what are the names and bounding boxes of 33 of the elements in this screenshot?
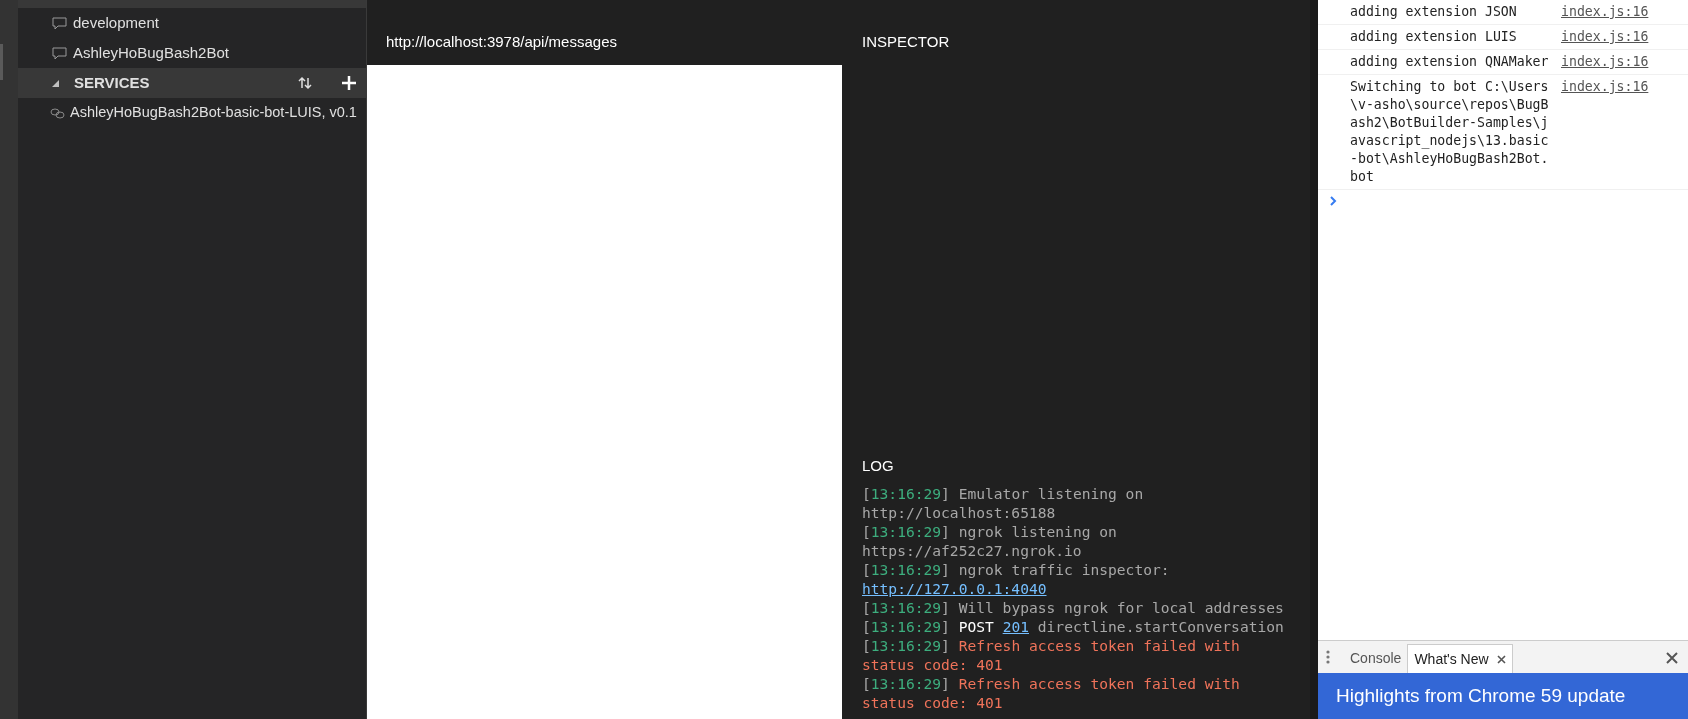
source-link[interactable]: index.js:16	[1561, 28, 1649, 46]
source-link[interactable]: index.js:16	[1561, 78, 1649, 96]
endpoint-url: http://localhost:3978/api/messages	[386, 31, 617, 52]
bot-item[interactable]: AshleyHoBugBash2Bot	[18, 38, 366, 68]
bot-item[interactable]: development	[18, 8, 366, 38]
chat-icon	[52, 46, 67, 60]
source-link[interactable]: index.js:16	[1561, 3, 1649, 21]
log-entry: [13:16:29] Refresh access token failed with status code: 401	[862, 635, 1241, 674]
source-link[interactable]: index.js:16	[1561, 53, 1649, 71]
banner-text: Highlights from Chrome 59 update	[1336, 683, 1626, 708]
log-title: LOG	[862, 456, 895, 476]
console-message: adding extension JSON	[1350, 3, 1518, 21]
link-icon	[50, 107, 65, 119]
more-icon[interactable]	[1326, 650, 1330, 664]
drawer-tab[interactable]: Console	[1344, 644, 1408, 673]
close-icon[interactable]	[1666, 652, 1678, 664]
close-icon[interactable]	[1496, 654, 1506, 664]
console-message: adding extension LUIS	[1350, 28, 1518, 46]
prompt-icon	[1330, 196, 1337, 206]
chat-icon	[52, 16, 67, 30]
sort-icon[interactable]	[298, 76, 312, 90]
inspector-title: INSPECTOR	[862, 31, 950, 52]
log-entry: [13:16:29] Will bypass ngrok for local addresses	[862, 597, 1285, 617]
log-entry: [13:16:29] POST 201 directline.startConversation	[862, 616, 1285, 636]
drawer-tab[interactable]: What's New	[1407, 644, 1513, 673]
add-icon[interactable]	[342, 76, 356, 90]
log-entry: [13:16:29] Refresh access token failed with status code: 401	[862, 673, 1241, 712]
service-item[interactable]: AshleyHoBugBash2Bot-basic-bot-LUIS, v0.1	[18, 98, 366, 128]
console-message: adding extension QNAMaker	[1350, 53, 1549, 71]
section-title: SERVICES	[74, 72, 151, 93]
console-message: Switching to bot C:\Users\v-asho\source\repos\BugBash2\BotBuilder-Samples\javascript_nodejs\13.basic-bot\AshleyHoBugBash2Bot.bot	[1350, 78, 1549, 186]
services-header[interactable]: SERVICES	[18, 68, 366, 98]
log-entry: [13:16:29] ngrok traffic inspector: http://127.0.0.1:4040	[862, 559, 1171, 598]
